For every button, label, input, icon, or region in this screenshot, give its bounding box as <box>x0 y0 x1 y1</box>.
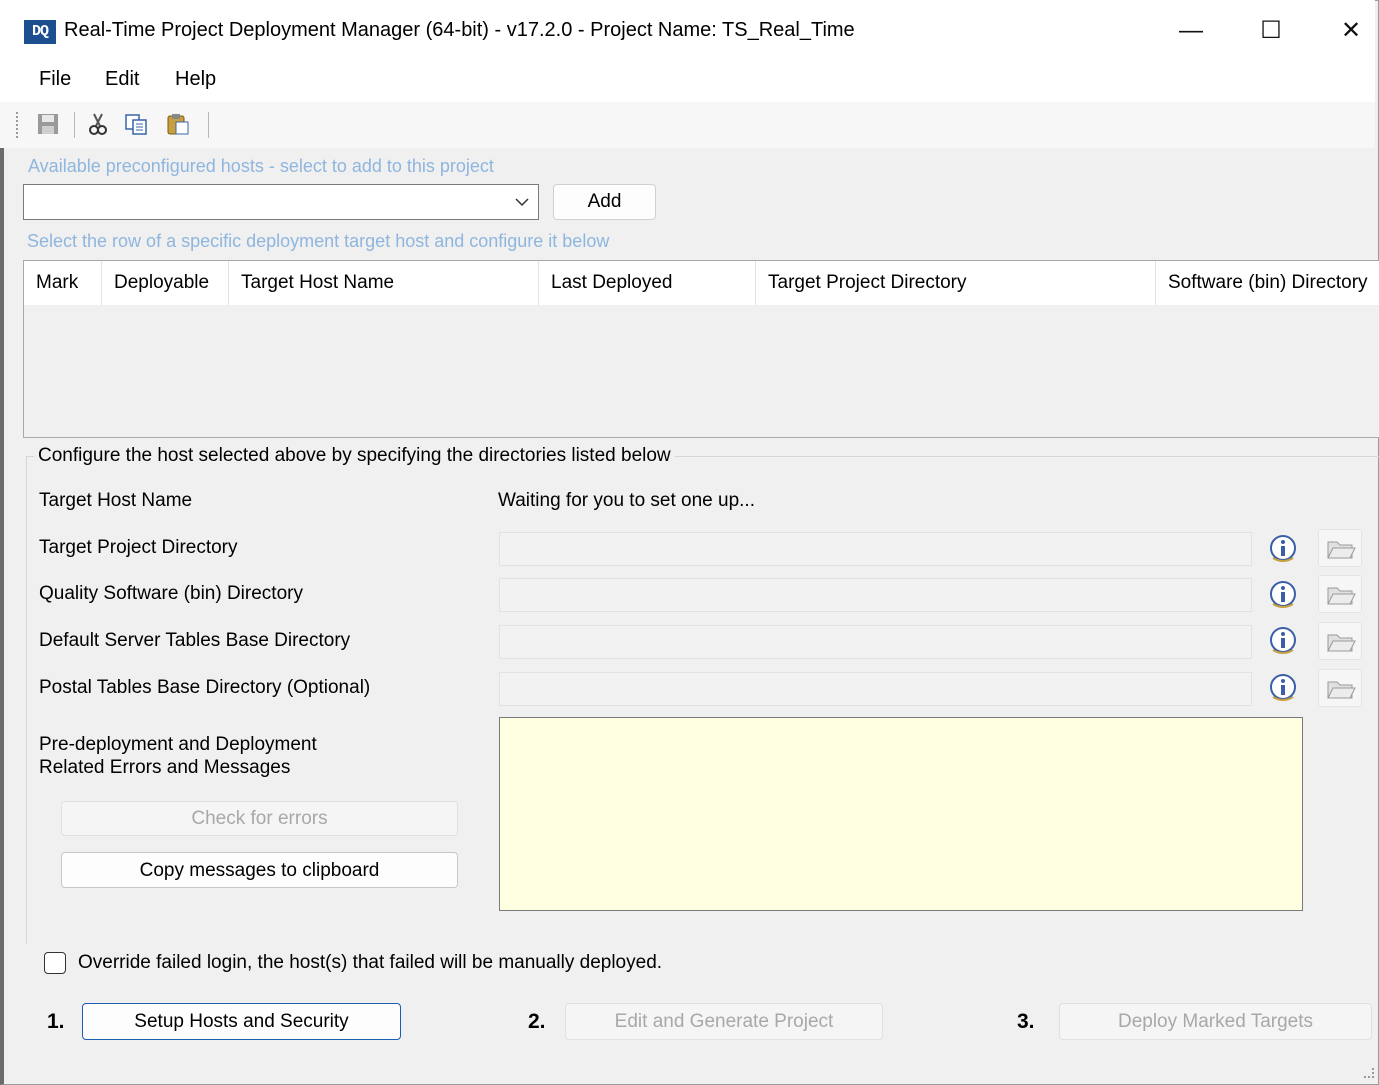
folder-open-icon <box>1327 541 1356 559</box>
maximize-button[interactable]: ☐ <box>1231 6 1311 56</box>
folder-open-icon <box>1327 681 1356 699</box>
browse-server-tables-dir-button[interactable] <box>1318 622 1362 660</box>
setup-hosts-button[interactable]: Setup Hosts and Security <box>82 1003 401 1040</box>
info-icon[interactable] <box>1267 532 1299 564</box>
toolbar-separator <box>74 112 75 138</box>
browse-postal-tables-dir-button[interactable] <box>1318 669 1362 707</box>
postal-tables-dir-label: Postal Tables Base Directory (Optional) <box>39 677 371 698</box>
postal-tables-dir-field[interactable] <box>499 672 1252 706</box>
info-icon[interactable] <box>1267 624 1299 656</box>
browse-quality-software-dir-button[interactable] <box>1318 575 1362 613</box>
info-icon[interactable] <box>1267 578 1299 610</box>
target-project-dir-label: Target Project Directory <box>39 537 238 558</box>
copy-icon[interactable] <box>124 112 148 136</box>
configure-host-legend: Configure the host selected above by spe… <box>34 445 675 467</box>
copy-messages-button[interactable]: Copy messages to clipboard <box>61 852 458 888</box>
menu-help[interactable]: Help <box>175 68 216 91</box>
hosts-dropdown[interactable] <box>23 184 539 220</box>
check-errors-button[interactable]: Check for errors <box>61 801 458 836</box>
column-header-target-project-directory[interactable]: Target Project Directory <box>756 261 1156 305</box>
close-button[interactable]: ✕ <box>1311 6 1379 56</box>
minimize-button[interactable]: — <box>1151 6 1231 56</box>
menu-file[interactable]: File <box>39 68 71 91</box>
override-label[interactable]: Override failed login, the host(s) that … <box>78 952 662 974</box>
column-header-deployable[interactable]: Deployable <box>102 261 229 305</box>
folder-open-icon <box>1327 634 1356 652</box>
chevron-down-icon[interactable] <box>512 188 532 216</box>
toolbar-grip[interactable] <box>16 112 19 138</box>
quality-software-dir-field[interactable] <box>499 578 1252 612</box>
cut-icon[interactable] <box>86 112 110 136</box>
deploy-marked-targets-button[interactable]: Deploy Marked Targets <box>1059 1003 1372 1040</box>
grid-hint: Select the row of a specific deployment … <box>27 231 610 251</box>
menu-edit[interactable]: Edit <box>105 68 139 91</box>
column-header-last-deployed[interactable]: Last Deployed <box>539 261 756 305</box>
messages-label-line1: Pre-deployment and Deployment <box>39 734 317 755</box>
add-host-button[interactable]: Add <box>553 184 656 220</box>
target-project-dir-field[interactable] <box>499 532 1252 566</box>
quality-software-dir-label: Quality Software (bin) Directory <box>39 583 303 604</box>
server-tables-dir-label: Default Server Tables Base Directory <box>39 630 351 651</box>
info-icon[interactable] <box>1267 671 1299 703</box>
toolbar <box>0 102 1375 148</box>
hosts-hint: Available preconfigured hosts - select t… <box>28 156 494 176</box>
server-tables-dir-field[interactable] <box>499 625 1252 659</box>
paste-icon[interactable] <box>166 112 190 136</box>
step2-number: 2. <box>528 1010 546 1033</box>
app-logo-icon: DQ <box>24 20 56 44</box>
toolbar-separator <box>208 112 209 138</box>
step1-number: 1. <box>47 1010 65 1033</box>
window-title: Real-Time Project Deployment Manager (64… <box>64 19 855 41</box>
folder-open-icon <box>1327 587 1356 605</box>
messages-label-line2: Related Errors and Messages <box>39 757 291 778</box>
override-checkbox[interactable] <box>44 952 66 974</box>
edit-generate-project-button[interactable]: Edit and Generate Project <box>565 1003 883 1040</box>
messages-textbox[interactable] <box>499 717 1303 911</box>
target-host-name-value: Waiting for you to set one up... <box>498 490 755 511</box>
column-header-software-bin-directory[interactable]: Software (bin) Directory <box>1156 261 1379 305</box>
target-host-name-label: Target Host Name <box>39 490 193 511</box>
browse-target-project-dir-button[interactable] <box>1318 529 1362 567</box>
save-icon[interactable] <box>36 112 60 136</box>
resize-grip[interactable] <box>1364 1068 1374 1078</box>
column-header-mark[interactable]: Mark <box>24 261 102 305</box>
column-header-target-host-name[interactable]: Target Host Name <box>229 261 539 305</box>
step3-number: 3. <box>1017 1010 1035 1033</box>
